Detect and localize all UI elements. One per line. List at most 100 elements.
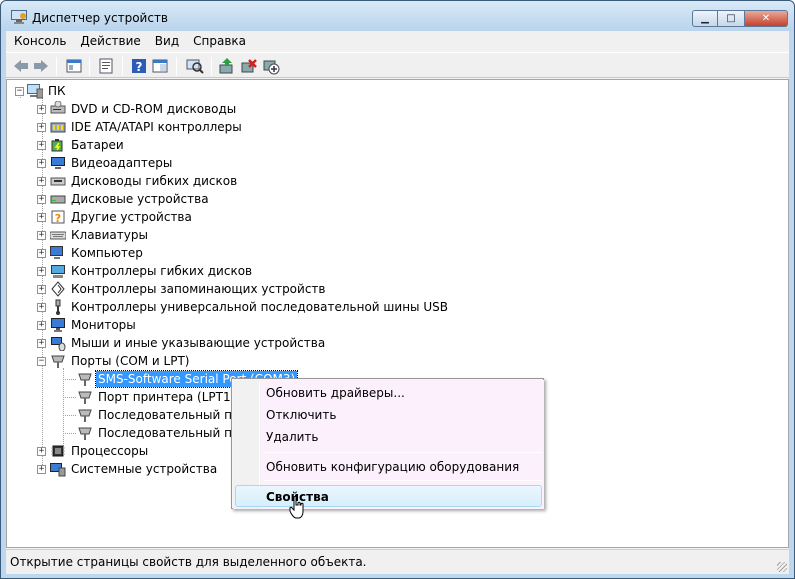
tree-category[interactable]: + IDE ATA/ATAPI контроллеры	[37, 118, 244, 136]
ide-controller-icon	[50, 122, 66, 133]
port-icon	[78, 427, 92, 440]
expand-icon[interactable]: +	[37, 464, 46, 474]
ctx-scan-hardware[interactable]: Обновить конфигурацию оборудования	[266, 459, 519, 475]
tree-item-label: Мониторы	[71, 318, 136, 332]
properties-sheet-icon[interactable]	[97, 57, 115, 75]
expand-icon[interactable]: +	[37, 248, 46, 258]
tree-category[interactable]: + Системные устройства	[37, 460, 219, 478]
tree-category[interactable]: + Клавиатуры	[37, 226, 150, 244]
port-icon	[51, 355, 65, 368]
expand-icon[interactable]: +	[37, 158, 46, 168]
context-menu: Обновить драйверы... Отключить Удалить О…	[231, 378, 544, 509]
forward-arrow-icon[interactable]	[32, 57, 50, 75]
tree-item-label: Дисководы гибких дисков	[71, 174, 238, 188]
tree-item-label: Компьютер	[71, 246, 143, 260]
tree-category[interactable]: + Процессоры	[37, 442, 150, 460]
collapse-icon[interactable]: −	[15, 86, 24, 96]
tree-item-label: Контроллеры универсальной последовательн…	[71, 300, 448, 314]
tree-item-label: Клавиатуры	[71, 228, 148, 242]
update-driver-icon[interactable]	[218, 57, 236, 75]
collapse-icon[interactable]: −	[37, 356, 46, 366]
svg-text:?: ?	[136, 60, 143, 74]
port-icon	[78, 373, 92, 386]
tree-category[interactable]: + Контроллеры запоминающих устройств	[37, 280, 327, 298]
expand-icon[interactable]: +	[37, 302, 46, 312]
tree-item-label: Дисковые устройства	[71, 192, 209, 206]
expand-icon[interactable]: +	[37, 176, 46, 186]
title-bar[interactable]: Диспетчер устройств ▁ □ ✕	[1, 1, 794, 31]
ctx-uninstall[interactable]: Удалить	[266, 429, 319, 445]
tree-line	[63, 414, 76, 416]
menu-console[interactable]: Консоль	[8, 31, 72, 51]
expand-icon[interactable]: +	[37, 194, 46, 204]
tree-root-pc[interactable]: − ПК	[15, 82, 68, 100]
uninstall-device-icon[interactable]	[240, 57, 258, 75]
menu-help[interactable]: Справка	[187, 31, 252, 51]
expand-icon[interactable]: +	[37, 338, 46, 348]
menu-view[interactable]: Вид	[149, 31, 185, 51]
expand-icon[interactable]: +	[37, 320, 46, 330]
mouse-cursor-icon	[289, 496, 304, 519]
tree-category[interactable]: + Мониторы	[37, 316, 138, 334]
expand-icon[interactable]: +	[37, 266, 46, 276]
tree-category[interactable]: + Контроллеры гибких дисков	[37, 262, 254, 280]
tree-item-label: DVD и CD-ROM дисководы	[71, 102, 237, 116]
expand-icon[interactable]: +	[37, 284, 46, 294]
tree-item-label: Порты (COM и LPT)	[71, 354, 190, 368]
tree-category[interactable]: + DVD и CD-ROM дисководы	[37, 100, 238, 118]
port-icon	[78, 409, 92, 422]
tree-category[interactable]: + Видеоадаптеры	[37, 154, 174, 172]
expand-icon[interactable]: +	[37, 446, 46, 456]
menu-action[interactable]: Действие	[74, 31, 146, 51]
toolbar-separator	[211, 57, 212, 76]
ctx-update-drivers[interactable]: Обновить драйверы...	[266, 385, 405, 401]
help-icon[interactable]: ?	[130, 57, 148, 75]
status-bar: Открытие страницы свойств для выделенног…	[6, 549, 789, 574]
expand-icon[interactable]: +	[37, 122, 46, 132]
disable-device-icon[interactable]	[262, 57, 280, 75]
toolbar-separator	[122, 57, 123, 76]
tree-category[interactable]: + Батареи	[37, 136, 126, 154]
battery-icon	[51, 139, 63, 152]
floppy-drive-icon	[50, 177, 66, 186]
storage-controller-icon	[51, 281, 65, 297]
tree-item-label: Порт принтера (LPT1)	[98, 390, 236, 404]
back-arrow-icon[interactable]	[12, 57, 30, 75]
expand-icon[interactable]: +	[37, 104, 46, 114]
scan-hardware-icon[interactable]	[186, 57, 204, 75]
tree-category[interactable]: +? Другие устройства	[37, 208, 194, 226]
console-tree-icon[interactable]	[65, 57, 83, 75]
ctx-separator	[264, 452, 542, 453]
ctx-disable[interactable]: Отключить	[266, 407, 336, 423]
expand-icon[interactable]: +	[37, 212, 46, 222]
tree-category[interactable]: + Компьютер	[37, 244, 145, 262]
expand-icon[interactable]: +	[37, 140, 46, 150]
tree-port-item[interactable]: Порт принтера (LPT1)	[63, 388, 237, 406]
disk-drive-icon	[50, 195, 66, 204]
tree-line	[63, 396, 76, 398]
minimize-button[interactable]: ▁	[692, 10, 718, 27]
port-icon	[78, 391, 92, 404]
computer-icon	[27, 84, 43, 99]
maximize-button[interactable]: □	[718, 10, 745, 27]
resize-grip[interactable]	[777, 562, 787, 572]
tree-item-label: Системные устройства	[71, 462, 218, 476]
show-hide-icon[interactable]	[151, 57, 169, 75]
tree-category[interactable]: + Мыши и иные указывающие устройства	[37, 334, 327, 352]
usb-icon	[55, 299, 61, 315]
mouse-icon	[51, 337, 66, 351]
tree-category[interactable]: − Порты (COM и LPT)	[37, 352, 191, 370]
tree-item-label: IDE ATA/ATAPI контроллеры	[71, 120, 242, 134]
tree-category[interactable]: + Дисковые устройства	[37, 190, 211, 208]
tree-item-label: Видеоадаптеры	[71, 156, 173, 170]
display-adapter-icon	[51, 157, 65, 169]
tree-category[interactable]: + Контроллеры универсальной последователь…	[37, 298, 450, 316]
window-title: Диспетчер устройств	[32, 11, 169, 25]
close-button[interactable]: ✕	[745, 10, 788, 27]
unknown-device-icon: ?	[51, 210, 65, 225]
menu-bar: Консоль Действие Вид Справка	[6, 31, 789, 51]
tree-category[interactable]: + Дисководы гибких дисков	[37, 172, 239, 190]
maximize-icon: □	[726, 13, 736, 24]
status-text: Открытие страницы свойств для выделенног…	[10, 555, 367, 569]
expand-icon[interactable]: +	[37, 230, 46, 240]
